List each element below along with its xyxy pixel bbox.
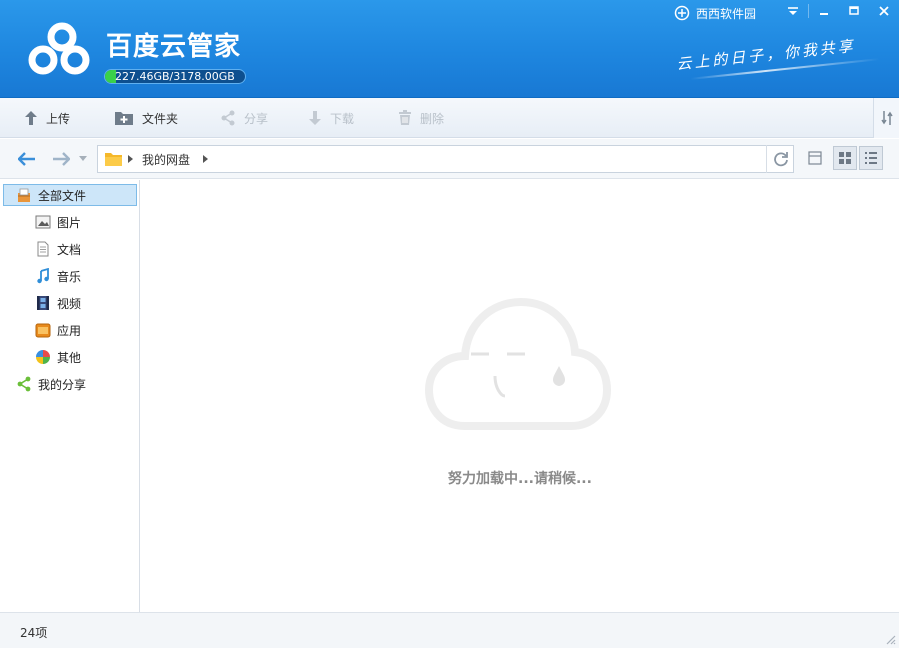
address-bar: 我的网盘 — [0, 139, 899, 179]
sidebar-item-label: 文档 — [57, 242, 82, 257]
file-list-area: 努力加载中...请稍候... — [141, 180, 899, 612]
preview-pane-icon — [808, 151, 822, 165]
sidebar-item-label: 其他 — [57, 350, 82, 365]
video-icon — [37, 296, 49, 310]
delete-label: 删除 — [420, 111, 445, 126]
share-icon — [17, 376, 31, 392]
maximize-button[interactable] — [839, 0, 869, 22]
upload-button[interactable]: 上传 — [24, 98, 70, 138]
sidebar-item-label: 全部文件 — [38, 188, 87, 203]
preview-pane-button[interactable] — [803, 146, 827, 170]
sidebar-item-documents[interactable]: 文档 — [35, 238, 81, 260]
app-header: 百度云管家 227.46GB/3178.00GB 云上的日子，你我共享 西西软件… — [0, 0, 899, 98]
resize-grip-icon[interactable] — [884, 633, 896, 645]
sidebar-item-label: 应用 — [57, 323, 82, 338]
download-arrow-icon — [309, 111, 321, 125]
sidebar-item-other[interactable]: 其他 — [35, 346, 81, 368]
folder-icon — [105, 153, 122, 166]
sidebar-item-label: 音乐 — [57, 269, 82, 284]
sidebar: 全部文件 图片 文档 音乐 视频 应用 其他 我的分享 — [0, 180, 140, 612]
sidebar-item-label: 我的分享 — [38, 377, 87, 392]
brand-label: 西西软件园 — [674, 4, 756, 22]
storage-usage-bar: 227.46GB/3178.00GB — [104, 69, 246, 84]
maximize-icon — [849, 6, 859, 15]
minimize-icon — [820, 13, 828, 15]
path-expand-arrow[interactable] — [203, 155, 208, 163]
loading-message: 努力加载中...请稍候... — [448, 471, 592, 487]
download-button[interactable]: 下载 — [308, 98, 354, 138]
new-folder-button[interactable]: 文件夹 — [114, 98, 178, 138]
sidebar-item-all-files[interactable]: 全部文件 — [3, 184, 137, 206]
share-label: 分享 — [244, 111, 269, 126]
chevron-down-icon — [79, 156, 87, 161]
upload-arrow-icon — [25, 111, 37, 125]
close-button[interactable] — [869, 0, 899, 22]
transfer-arrows-icon — [880, 111, 893, 125]
menu-dropdown-button[interactable] — [778, 0, 808, 22]
storage-usage-text: 227.46GB/3178.00GB — [115, 70, 235, 83]
grid-view-button[interactable] — [833, 146, 857, 170]
forward-arrow-icon — [53, 152, 70, 166]
all-files-icon — [18, 188, 30, 202]
app-title: 百度云管家 — [106, 32, 242, 62]
transfer-panel-toggle[interactable] — [873, 98, 899, 138]
trash-icon — [399, 110, 411, 125]
sidebar-item-label: 视频 — [57, 296, 82, 311]
other-icon — [36, 350, 50, 364]
forward-button[interactable] — [50, 149, 72, 169]
minimize-button[interactable] — [809, 0, 839, 22]
document-icon — [37, 241, 49, 257]
sidebar-item-pictures[interactable]: 图片 — [35, 211, 81, 233]
grid-view-icon — [839, 152, 851, 164]
music-icon — [37, 268, 49, 284]
new-folder-icon — [115, 112, 133, 125]
sidebar-item-video[interactable]: 视频 — [35, 292, 81, 314]
share-button[interactable]: 分享 — [220, 98, 268, 138]
window-controls — [778, 0, 899, 22]
folder-label: 文件夹 — [142, 111, 179, 126]
close-icon — [879, 6, 889, 16]
toolbar: 上传 文件夹 分享 下载 删除 — [0, 98, 899, 138]
menu-dropdown-icon — [788, 7, 798, 15]
slogan: 云上的日子，你我共享 — [675, 36, 857, 74]
path-field[interactable]: 我的网盘 — [97, 145, 794, 173]
back-button[interactable] — [16, 149, 38, 169]
download-label: 下载 — [330, 111, 355, 126]
app-icon — [35, 323, 51, 338]
back-arrow-icon — [18, 152, 35, 166]
list-view-icon — [865, 152, 877, 164]
status-bar: 24项 — [0, 612, 899, 648]
picture-icon — [35, 215, 51, 229]
sidebar-item-my-shares[interactable]: 我的分享 — [16, 373, 86, 395]
brand-icon — [674, 5, 690, 21]
sidebar-item-music[interactable]: 音乐 — [35, 265, 81, 287]
delete-button[interactable]: 删除 — [398, 98, 444, 138]
refresh-button[interactable] — [766, 145, 794, 173]
upload-label: 上传 — [46, 111, 71, 126]
item-count: 24项 — [20, 626, 48, 640]
breadcrumb-my-disk[interactable]: 我的网盘 — [142, 151, 190, 168]
sidebar-item-apps[interactable]: 应用 — [35, 319, 81, 341]
path-separator-arrow[interactable] — [128, 155, 133, 163]
share-icon — [221, 110, 235, 126]
brand-text: 西西软件园 — [696, 6, 757, 21]
loading-cloud-icon — [425, 297, 611, 430]
baidu-cloud-logo-icon — [28, 22, 90, 75]
history-dropdown-button[interactable] — [76, 149, 90, 169]
list-view-button[interactable] — [859, 146, 883, 170]
sidebar-item-label: 图片 — [57, 215, 82, 230]
refresh-icon — [773, 152, 788, 167]
